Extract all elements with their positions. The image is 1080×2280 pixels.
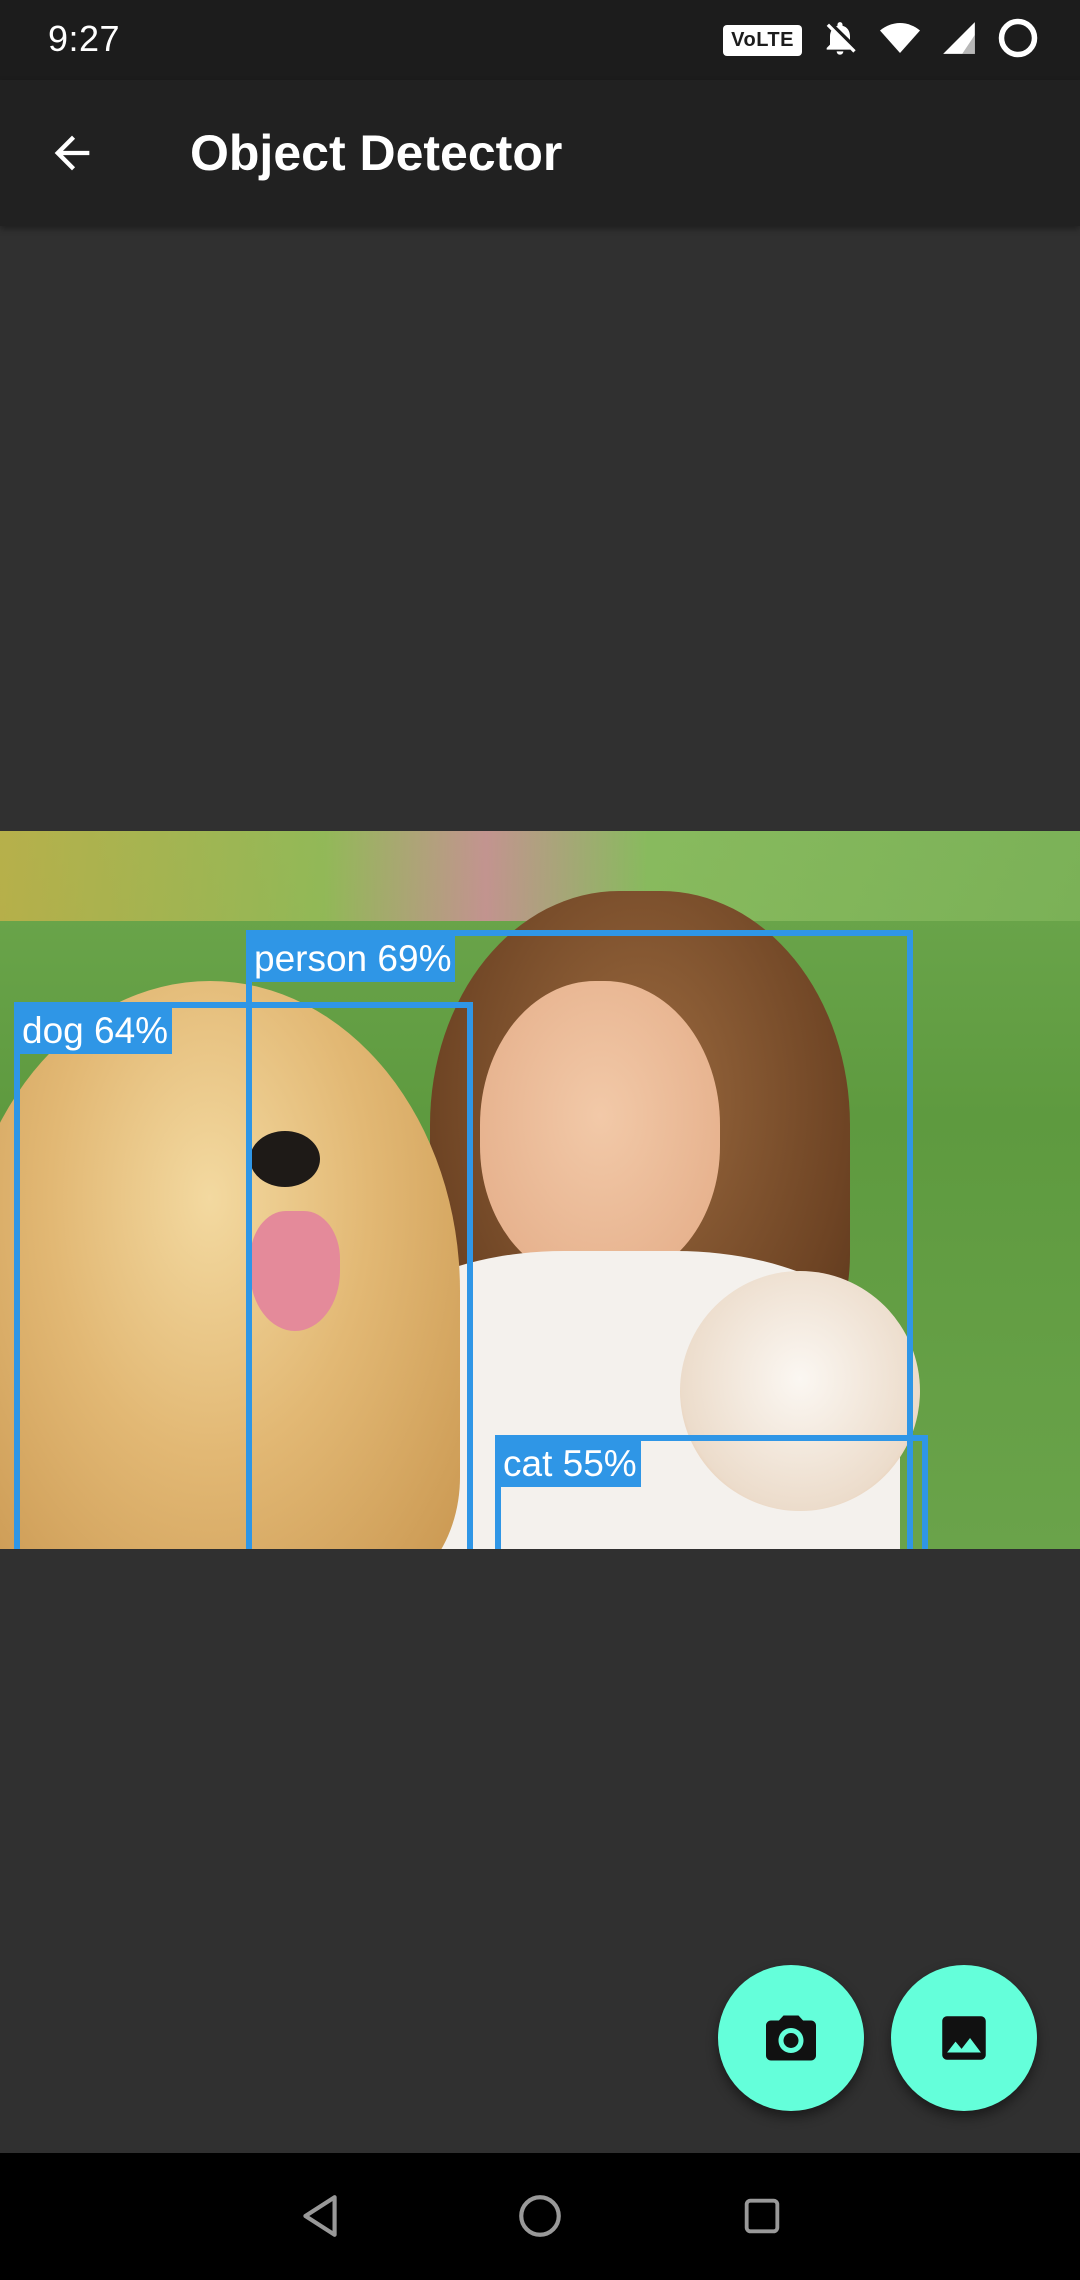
gallery-button[interactable] xyxy=(891,1965,1037,2111)
nav-recents-button[interactable] xyxy=(727,2181,797,2251)
detection-label: person 69% xyxy=(252,936,456,982)
nav-recents-icon xyxy=(744,2198,780,2234)
status-time: 9:27 xyxy=(48,18,121,59)
status-bar: 9:27 VoLTE xyxy=(0,0,1080,80)
app-bar: Object Detector xyxy=(0,80,1080,226)
status-icons: VoLTE xyxy=(723,18,1040,62)
back-button[interactable] xyxy=(32,113,112,193)
page-title: Object Detector xyxy=(190,125,563,181)
nav-home-button[interactable] xyxy=(505,2181,575,2251)
battery-saver-icon xyxy=(996,16,1040,65)
detection-label: cat 55% xyxy=(501,1441,641,1487)
nav-home-icon xyxy=(519,2195,561,2237)
volte-icon: VoLTE xyxy=(723,24,802,56)
navigation-bar xyxy=(0,2153,1080,2280)
screen: 9:27 VoLTE Object Detector person 69% do… xyxy=(0,0,1080,2280)
detection-box-cat: cat 55% xyxy=(495,1435,928,1549)
notifications-off-icon xyxy=(820,18,860,63)
nav-back-icon xyxy=(303,2195,337,2237)
camera-button[interactable] xyxy=(718,1965,864,2111)
cell-signal-icon xyxy=(940,19,978,62)
image-icon xyxy=(942,2016,986,2060)
detection-label: dog 64% xyxy=(20,1008,173,1054)
nav-back-button[interactable] xyxy=(285,2181,355,2251)
detection-box-dog: dog 64% xyxy=(14,1002,473,1549)
wifi-icon xyxy=(878,18,922,63)
camera-icon xyxy=(766,2015,816,2061)
detection-image: person 69% dog 64% cat 55% xyxy=(0,831,1080,1549)
arrow-back-icon xyxy=(54,135,90,171)
